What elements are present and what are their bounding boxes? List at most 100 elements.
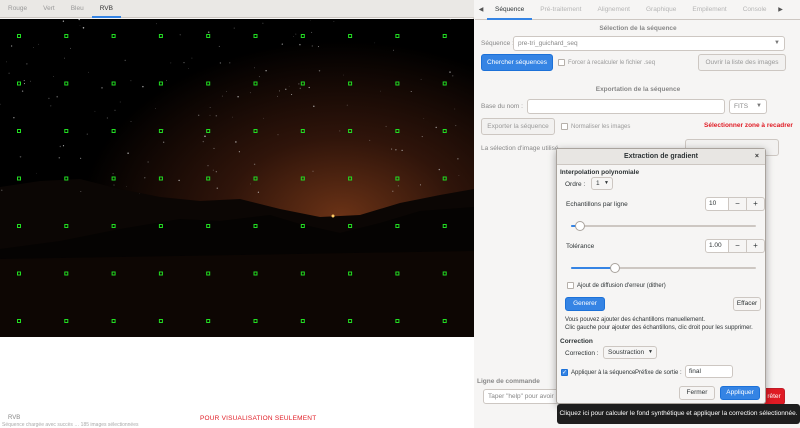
star (346, 104, 348, 106)
checkbox-icon (558, 59, 565, 66)
stop-button[interactable]: rêter (763, 388, 785, 405)
normalize-checkbox[interactable]: Normaliser les images (561, 123, 630, 130)
chevron-down-icon: ▼ (756, 103, 762, 109)
checkbox-icon (561, 123, 568, 130)
samples-decrement-button[interactable]: − (729, 197, 747, 211)
star (215, 115, 218, 117)
star (179, 34, 181, 36)
tab-sequence[interactable]: Séquence (487, 0, 533, 20)
star (106, 117, 109, 119)
preview-watermark: POUR VISUALISATION SEULEMENT (200, 415, 317, 422)
correction-dropdown[interactable]: Soustraction ▼ (603, 346, 657, 359)
tab-prev-icon[interactable]: ◀ (475, 6, 487, 13)
close-button[interactable]: Fermer (679, 386, 715, 400)
samples-spinner[interactable]: 10 − + (705, 197, 765, 211)
tolerance-value[interactable]: 1.00 (705, 239, 729, 253)
star (80, 190, 82, 193)
generate-button[interactable]: Generer (565, 297, 605, 311)
clear-button[interactable]: Effacer (733, 297, 761, 311)
chevron-down-icon: ▼ (604, 180, 609, 186)
format-value: FITS (734, 103, 749, 110)
star (36, 172, 37, 174)
sequence-dropdown[interactable]: pre-tri_guichard_seq ▼ (513, 36, 785, 51)
checkmark-icon: ✓ (561, 369, 568, 376)
prefix-input[interactable]: final (685, 365, 733, 378)
tab-stacking[interactable]: Empilement (684, 0, 734, 20)
tab-registration[interactable]: Alignement (589, 0, 638, 20)
tolerance-spinner[interactable]: 1.00 − + (705, 239, 765, 253)
star (392, 190, 394, 192)
slider-knob[interactable] (610, 263, 621, 273)
samples-slider[interactable] (571, 221, 756, 231)
star (124, 59, 126, 62)
tab-blue[interactable]: Bleu (63, 0, 92, 18)
apply-sequence-checkbox[interactable]: ✓ Appliquer à la séquence (561, 369, 635, 376)
tab-plot[interactable]: Graphique (638, 0, 684, 20)
image-canvas[interactable] (0, 19, 474, 337)
tolerance-slider[interactable] (571, 263, 756, 273)
star (455, 125, 457, 127)
star (23, 80, 25, 82)
star (391, 148, 393, 150)
tolerance-increment-button[interactable]: + (747, 239, 765, 253)
force-recalc-checkbox[interactable]: Forcer à recalculer le fichier .seq (558, 59, 655, 66)
dither-label: Ajout de diffusion d'erreur (dither) (577, 282, 666, 289)
close-icon[interactable]: × (755, 149, 759, 165)
star (253, 163, 256, 166)
base-name-input[interactable] (527, 99, 725, 114)
star (87, 71, 89, 73)
star (207, 31, 210, 33)
star (457, 158, 459, 160)
correction-label: Correction : (565, 350, 599, 357)
help-line-2: Clic gauche pour ajouter des échantillon… (565, 325, 753, 331)
star (79, 25, 81, 26)
search-sequences-button[interactable]: Chercher séquences (481, 54, 553, 71)
star (311, 31, 313, 33)
star (48, 97, 50, 100)
command-input[interactable]: Taper "help" pour avoir (483, 389, 559, 404)
star (209, 114, 211, 116)
tab-red[interactable]: Rouge (0, 0, 35, 18)
star (215, 171, 217, 173)
format-dropdown[interactable]: FITS ▼ (729, 99, 767, 114)
apply-sequence-label: Appliquer à la séquence (571, 369, 636, 376)
star (317, 46, 320, 48)
tab-preprocessing[interactable]: Pré-traitement (532, 0, 589, 20)
order-dropdown[interactable]: 1 ▼ (591, 177, 613, 190)
star (163, 141, 165, 143)
star (19, 156, 22, 158)
export-sequence-button[interactable]: Exporter la séquence (481, 118, 555, 135)
open-image-list-button[interactable]: Ouvrir la liste des images (698, 54, 786, 71)
star (311, 45, 313, 47)
tab-rgb[interactable]: RVB (91, 0, 121, 18)
star (221, 95, 223, 97)
dither-checkbox[interactable]: Ajout de diffusion d'erreur (dither) (567, 282, 666, 289)
tab-console[interactable]: Console (735, 0, 775, 20)
star (101, 87, 103, 89)
interpolation-title: Interpolation polynomiale (560, 169, 640, 176)
star (204, 135, 206, 138)
star (212, 169, 214, 171)
tab-next-icon[interactable]: ▶ (775, 6, 787, 13)
tab-green[interactable]: Vert (35, 0, 63, 18)
star (281, 43, 283, 45)
star (249, 183, 251, 185)
star (144, 177, 146, 179)
star (257, 191, 260, 193)
star (277, 95, 279, 97)
star (112, 173, 114, 175)
star (295, 33, 297, 35)
star (155, 107, 156, 109)
star (147, 161, 149, 163)
lake-reflection (0, 251, 474, 337)
tolerance-decrement-button[interactable]: − (729, 239, 747, 253)
star (86, 133, 88, 135)
star (285, 88, 287, 90)
apply-button[interactable]: Appliquer (720, 386, 760, 400)
samples-increment-button[interactable]: + (747, 197, 765, 211)
star (69, 47, 71, 49)
star (401, 149, 403, 151)
samples-value[interactable]: 10 (705, 197, 729, 211)
star (438, 168, 440, 171)
slider-knob[interactable] (575, 221, 586, 231)
